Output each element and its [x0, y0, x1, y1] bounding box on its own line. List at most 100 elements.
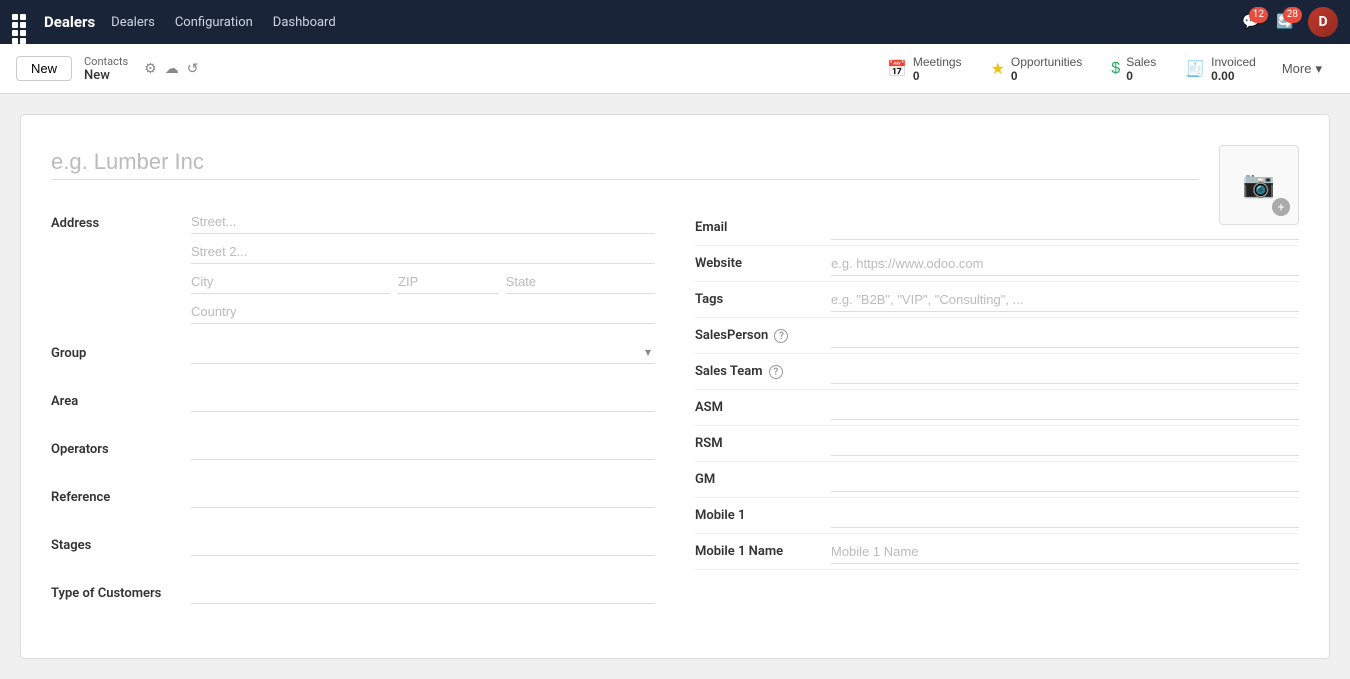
sales-team-input[interactable] [831, 360, 1299, 384]
stages-input[interactable] [191, 532, 655, 556]
operators-input[interactable] [191, 436, 655, 460]
area-field-row: Area [51, 388, 655, 420]
area-input[interactable] [191, 388, 655, 412]
city-zip-state-row [191, 270, 655, 294]
zip-input[interactable] [398, 270, 498, 294]
more-label: More [1282, 61, 1312, 76]
opportunities-label: Opportunities [1011, 55, 1082, 69]
state-input[interactable] [506, 270, 655, 294]
camera-icon: 📷 [1243, 170, 1275, 200]
salesperson-label: SalesPerson ? [695, 328, 815, 343]
street2-input[interactable] [191, 240, 655, 264]
meetings-label: Meetings [913, 55, 962, 69]
more-chevron-icon: ▾ [1315, 61, 1322, 77]
address-label: Address [51, 210, 191, 231]
avatar-upload[interactable]: 📷 + [1219, 145, 1299, 225]
form-left: Address Group [51, 210, 655, 628]
main-content: 📷 + Address [0, 94, 1350, 679]
address-field-row: Address [51, 210, 655, 324]
email-field-row: Email [695, 210, 1299, 246]
new-button[interactable]: New [16, 56, 72, 81]
top-nav-right: 💬 12 🔄 28 D [1240, 7, 1338, 37]
invoiced-count: 0.00 [1211, 69, 1234, 83]
type-customers-input[interactable] [191, 580, 655, 604]
reference-field-row: Reference [51, 484, 655, 516]
undo-icon[interactable]: ↺ [187, 61, 199, 77]
action-bar: New Contacts New ⚙ ☁ ↺ 📅 Meetings 0 ★ Op… [0, 44, 1350, 94]
mobile1-input[interactable] [831, 504, 1299, 528]
invoiced-label: Invoiced [1211, 55, 1256, 69]
mobile1-name-input[interactable] [831, 540, 1299, 564]
apps-grid-icon[interactable] [12, 14, 28, 30]
sales-button[interactable]: $ Sales 0 [1096, 49, 1170, 89]
type-customers-field-row: Type of Customers [51, 580, 655, 612]
form-right: Email Website Tags [695, 210, 1299, 628]
meetings-button[interactable]: 📅 Meetings 0 [872, 49, 976, 89]
rsm-label: RSM [695, 436, 815, 451]
refresh-count: 28 [1283, 7, 1302, 23]
opportunities-button[interactable]: ★ Opportunities 0 [976, 49, 1097, 89]
meetings-count: 0 [913, 69, 920, 83]
gm-label: GM [695, 472, 815, 487]
app-title: Dealers [44, 13, 95, 31]
type-customers-label: Type of Customers [51, 580, 191, 601]
sales-team-label: Sales Team ? [695, 364, 815, 379]
sales-team-help-icon[interactable]: ? [769, 365, 783, 379]
group-label: Group [51, 340, 191, 361]
invoiced-button[interactable]: 🧾 Invoiced 0.00 [1170, 49, 1270, 89]
group-select[interactable] [191, 340, 655, 364]
chat-badge[interactable]: 💬 12 [1240, 11, 1262, 33]
rsm-field-row: RSM [695, 426, 1299, 462]
asm-input[interactable] [831, 396, 1299, 420]
mobile1-name-label: Mobile 1 Name [695, 544, 815, 559]
nav-links: Dealers Configuration Dashboard [111, 15, 336, 30]
top-navigation: Dealers Dealers Configuration Dashboard … [0, 0, 1350, 44]
settings-icon[interactable]: ⚙ [144, 61, 157, 77]
salesperson-field-row: SalesPerson ? [695, 318, 1299, 354]
sales-icon: $ [1111, 60, 1120, 78]
group-dropdown-wrapper: ▾ [191, 340, 655, 364]
cloud-icon[interactable]: ☁ [165, 61, 179, 77]
invoiced-icon: 🧾 [1185, 59, 1205, 79]
operators-field-row: Operators [51, 436, 655, 468]
nav-dealers[interactable]: Dealers [111, 15, 155, 30]
group-field-row: Group ▾ [51, 340, 655, 372]
form-card: 📷 + Address [20, 114, 1330, 659]
stages-field-row: Stages [51, 532, 655, 564]
more-button[interactable]: More ▾ [1270, 49, 1334, 89]
operators-label: Operators [51, 436, 191, 457]
meetings-icon: 📅 [887, 59, 907, 79]
stages-label: Stages [51, 532, 191, 553]
country-input[interactable] [191, 300, 655, 324]
plus-icon: + [1272, 198, 1290, 216]
nav-dashboard[interactable]: Dashboard [273, 15, 336, 30]
email-label: Email [695, 220, 815, 235]
city-input[interactable] [191, 270, 390, 294]
website-input[interactable] [831, 252, 1299, 276]
asm-label: ASM [695, 400, 815, 415]
salesperson-help-icon[interactable]: ? [774, 329, 788, 343]
website-label: Website [695, 256, 815, 271]
reference-input[interactable] [191, 484, 655, 508]
mobile1-name-field-row: Mobile 1 Name [695, 534, 1299, 570]
website-field-row: Website [695, 246, 1299, 282]
stat-buttons: 📅 Meetings 0 ★ Opportunities 0 $ Sales 0… [872, 49, 1334, 89]
tags-input[interactable] [831, 288, 1299, 312]
asm-field-row: ASM [695, 390, 1299, 426]
address-fields [191, 210, 655, 324]
breadcrumb-section: Contacts New [84, 55, 128, 83]
mobile1-field-row: Mobile 1 [695, 498, 1299, 534]
rsm-input[interactable] [831, 432, 1299, 456]
opportunities-icon: ★ [991, 59, 1005, 79]
refresh-badge[interactable]: 🔄 28 [1274, 11, 1296, 33]
breadcrumb-current: New [84, 68, 128, 83]
company-name-input[interactable] [51, 145, 1199, 180]
user-avatar[interactable]: D [1308, 7, 1338, 37]
street-input[interactable] [191, 210, 655, 234]
form-columns: Address Group [51, 210, 1299, 628]
sales-team-field-row: Sales Team ? [695, 354, 1299, 390]
salesperson-input[interactable] [831, 324, 1299, 348]
nav-configuration[interactable]: Configuration [175, 15, 253, 30]
sales-label: Sales [1126, 55, 1156, 69]
gm-input[interactable] [831, 468, 1299, 492]
